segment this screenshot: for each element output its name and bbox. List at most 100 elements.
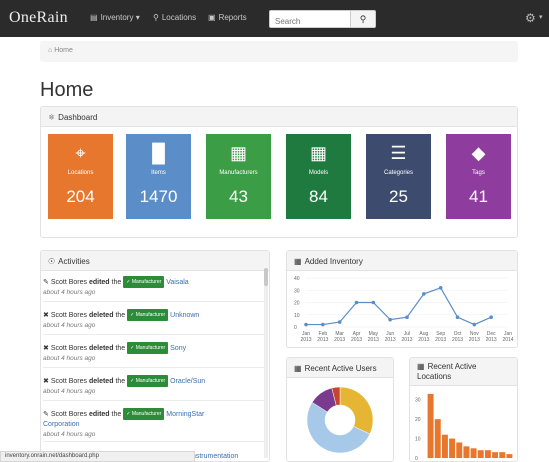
tile-value: 1470 (139, 187, 178, 206)
activity-time: about 4 hours ago (43, 388, 96, 395)
gear-icon[interactable]: ⚙ (525, 11, 536, 25)
x-tick-label: 2013 (435, 337, 446, 343)
top-navbar: OneRain ▤ Inventory ▾ ⚲ Locations ▣ Reports… (0, 0, 549, 37)
recent-locations-title-1: Recent Active (427, 362, 477, 371)
manufacturer-badge: ✓ Manufacturer (123, 408, 165, 420)
activity-item: ✎ Scott Bores edited the ✓ Manufacturer … (43, 276, 267, 298)
manufacturer-badge: ✓ Manufacturer (123, 276, 165, 288)
tile-label: Models (308, 170, 329, 176)
activity-item: ✖ Scott Bores deleted the ✓ Manufacturer… (43, 342, 267, 364)
recent-users-chart (306, 386, 374, 454)
activity-the: the (111, 411, 122, 418)
activity-target-link[interactable]: Vaisala (166, 279, 188, 286)
x-tick-label: 2013 (368, 337, 379, 343)
y-tick-label: 20 (415, 417, 421, 423)
badge-label: Manufacturer (131, 279, 162, 285)
bar (499, 452, 506, 458)
activity-target-link[interactable]: Unknown (170, 312, 199, 319)
activity-item: ✖ Scott Bores deleted the ✓ Manufacturer… (43, 309, 267, 331)
dashboard-icon: ⚛ (48, 113, 56, 122)
search-button[interactable]: ⚲ (351, 10, 376, 28)
tile-manufacturers[interactable]: ▦ Manufacturers 43 (206, 134, 271, 219)
trash-icon: ✖ (43, 345, 49, 352)
activities-header: ☉ Activities (41, 251, 269, 271)
nav-reports[interactable]: ▣ Reports (208, 13, 247, 22)
badge-label: Manufacturer (135, 378, 166, 384)
tile-models[interactable]: ▦ Models 84 (286, 134, 351, 219)
badge-label: Manufacturer (131, 411, 162, 417)
tile-value: 43 (229, 187, 248, 206)
data-point (337, 320, 342, 324)
badge-label: Manufacturer (135, 312, 166, 318)
tile-categories[interactable]: ☰ Categories 25 (366, 134, 431, 219)
y-tick-label: 0 (415, 456, 418, 462)
tags-icon: ◆ (471, 143, 486, 163)
breadcrumb-home[interactable]: Home (54, 47, 73, 54)
data-point (438, 286, 443, 290)
activity-target-link[interactable]: Sony (170, 345, 186, 352)
check-icon: ✓ (130, 312, 135, 318)
nav-locations-label: Locations (161, 13, 197, 22)
x-tick-label: 2013 (452, 337, 463, 343)
recent-users-title: Recent Active Users (304, 364, 377, 373)
map-marker-icon: ⚲ (153, 13, 159, 22)
home-icon: ⌂ (48, 47, 53, 54)
x-tick-label: 2014 (502, 337, 513, 343)
activity-target-link-line2[interactable]: Corporation (43, 421, 80, 428)
dashboard-title: Dashboard (58, 113, 98, 122)
recent-locations-header: ▦ Recent Active Locations (410, 358, 517, 386)
activity-divider (43, 400, 265, 401)
tile-label: Categories (383, 170, 413, 176)
activity-divider (43, 367, 265, 368)
activity-action: edited (88, 411, 110, 418)
tile-value: 84 (309, 187, 328, 206)
data-point (371, 300, 376, 305)
activity-user[interactable]: Scott Bores (51, 345, 87, 352)
search-input[interactable] (270, 13, 350, 30)
x-tick-label: 2013 (401, 337, 412, 343)
x-tick-label: 2013 (418, 337, 429, 343)
edit-icon: ✎ (43, 279, 49, 286)
pie-slice (339, 386, 374, 435)
edit-icon: ✎ (43, 411, 49, 418)
activity-link-partial[interactable]: Instrumentation (190, 453, 238, 460)
tile-locations[interactable]: ⌖ Locations 204 (48, 134, 113, 219)
activity-user[interactable]: Scott Bores (51, 312, 87, 319)
activity-action: deleted (88, 345, 114, 352)
activity-item: ✖ Scott Bores deleted the ✓ Manufacturer… (43, 375, 267, 397)
tile-tags[interactable]: ◆ Tags 41 (446, 134, 511, 219)
manufacturer-badge: ✓ Manufacturer (127, 309, 169, 321)
data-point (354, 300, 359, 305)
scrollbar-thumb[interactable] (264, 268, 268, 286)
nav-reports-label: Reports (218, 13, 247, 22)
added-inventory-header: ▦ Added Inventory (287, 251, 517, 271)
search-field[interactable] (269, 10, 351, 30)
tile-label: Items (151, 170, 166, 176)
check-icon: ✓ (126, 279, 131, 285)
activity-user[interactable]: Scott Bores (51, 411, 87, 418)
activity-target-link[interactable]: MorningStar (166, 411, 204, 418)
activity-user[interactable]: Scott Bores (51, 378, 87, 385)
barcode-icon: █ (152, 143, 165, 163)
check-icon: ✓ (126, 411, 131, 417)
x-tick-label: 2013 (351, 337, 362, 343)
bar (484, 450, 491, 458)
chevron-down-icon[interactable]: ▾ (539, 13, 543, 21)
activities-scrollbar[interactable] (264, 268, 268, 458)
map-marker-icon: ⌖ (75, 143, 86, 163)
tile-items[interactable]: █ Items 1470 (126, 134, 191, 219)
y-tick-label: 40 (294, 276, 300, 282)
x-tick-label: 2013 (486, 337, 497, 343)
data-point (455, 315, 460, 319)
activity-target-link[interactable]: Oracle/Sun (170, 378, 205, 385)
page-title: Home (40, 79, 94, 101)
nav-inventory[interactable]: ▤ Inventory ▾ (90, 13, 140, 22)
nav-locations[interactable]: ⚲ Locations (153, 13, 196, 22)
activity-the: the (115, 345, 126, 352)
brand-logo[interactable]: OneRain (9, 9, 68, 27)
data-point (472, 322, 477, 327)
activity-time: about 4 hours ago (43, 322, 96, 329)
x-tick-label: 2013 (317, 337, 328, 343)
activity-user[interactable]: Scott Bores (51, 279, 87, 286)
bar-chart-icon: ▦ (294, 257, 302, 266)
